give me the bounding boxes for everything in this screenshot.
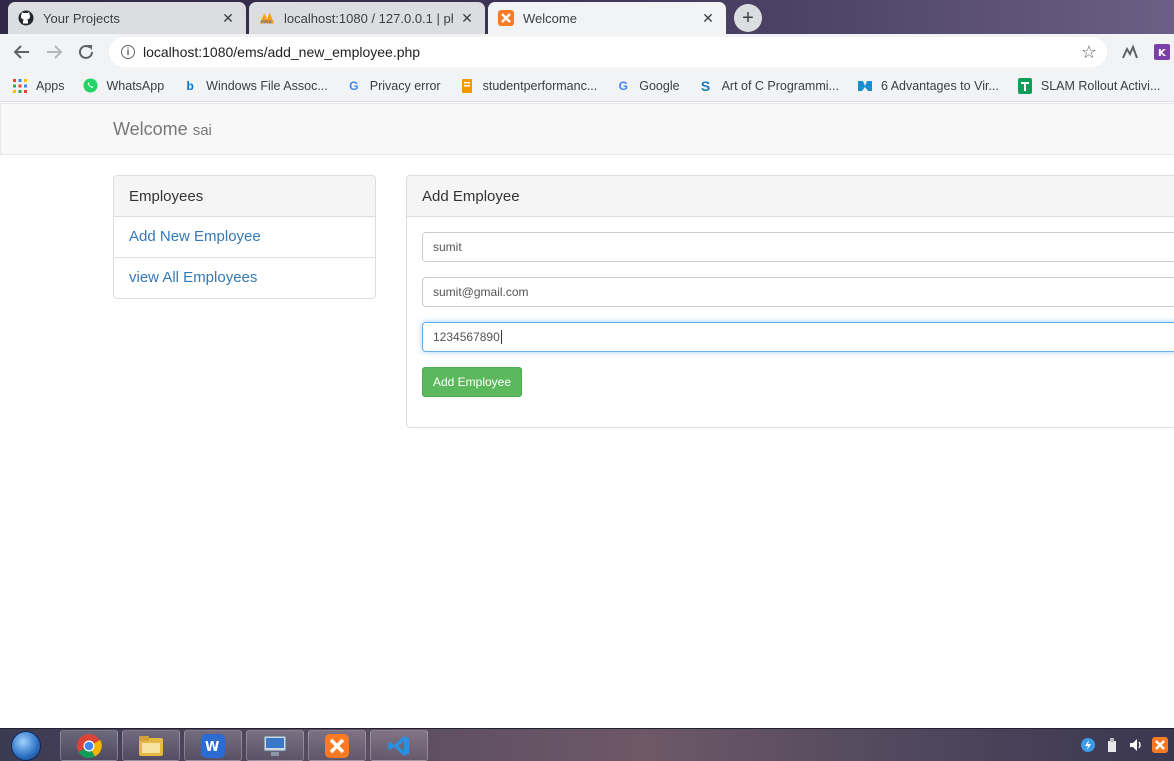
name-input-value: sumit	[433, 240, 462, 254]
arrow-left-icon	[13, 45, 29, 59]
sheets-icon	[1017, 77, 1033, 94]
network-icon[interactable]	[1080, 737, 1096, 753]
bookmark-doc-icon	[459, 78, 475, 94]
taskbar-vscode[interactable]	[370, 730, 428, 761]
bookmark-google[interactable]: G Google	[615, 78, 680, 94]
email-input[interactable]: sumit@gmail.com	[422, 277, 1174, 307]
bookmark-label: Art of C Programmi...	[721, 78, 839, 93]
volume-icon[interactable]	[1128, 737, 1144, 753]
bookmark-label: SLAM Rollout Activi...	[1040, 78, 1161, 93]
bookmark-whatsapp[interactable]: WhatsApp	[83, 78, 165, 94]
add-employee-panel: Add Employee sumit sumit@gmail.com 12345…	[406, 175, 1174, 428]
site-icon	[857, 78, 873, 94]
tab-your-projects[interactable]: Your Projects ✕	[8, 2, 246, 34]
scribd-icon: S	[700, 77, 711, 94]
apps-grid-icon	[12, 78, 28, 94]
xampp-icon	[498, 10, 514, 26]
sidebar-heading: Employees	[114, 176, 375, 217]
bookmark-label: studentperformanc...	[482, 78, 598, 93]
bookmark-label: 6 Advantages to Vir...	[880, 78, 999, 93]
bookmark-label: Apps	[36, 78, 65, 93]
svg-text:K: K	[1158, 48, 1167, 59]
bookmark-art-of-c[interactable]: S Art of C Programmi...	[698, 78, 839, 94]
star-icon[interactable]: ☆	[1081, 42, 1097, 63]
brand-welcome: Welcome	[113, 119, 188, 139]
page-viewport: Welcome sai Employees Add New Employee v…	[0, 103, 1174, 728]
bookmark-slam-rollout[interactable]: SLAM Rollout Activi...	[1017, 77, 1161, 94]
back-button[interactable]	[10, 40, 34, 64]
arrow-right-icon	[47, 45, 63, 59]
sidebar-item-view-all-employees[interactable]: view All Employees	[114, 258, 375, 299]
xampp-tray-icon[interactable]	[1152, 737, 1168, 753]
extension-profile-icon[interactable]: K	[1154, 44, 1170, 60]
xampp-icon	[325, 733, 349, 758]
bookmark-apps[interactable]: Apps	[12, 78, 65, 94]
tab-welcome[interactable]: Welcome ✕	[488, 2, 726, 34]
phone-input-value: 1234567890	[433, 330, 500, 344]
vscode-icon	[388, 735, 409, 756]
windows-logo-icon	[11, 730, 41, 761]
user-name: sai	[192, 122, 212, 139]
taskbar-remote-desktop[interactable]	[246, 730, 304, 761]
email-input-value: sumit@gmail.com	[433, 285, 529, 299]
navbar-brand[interactable]: Welcome sai	[113, 119, 212, 140]
address-bar[interactable]: i localhost:1080/ems/add_new_employee.ph…	[109, 37, 1107, 67]
file-explorer-icon	[139, 735, 163, 756]
bookmark-label: Windows File Assoc...	[206, 78, 328, 93]
bookmark-label: Google	[639, 78, 680, 93]
reload-icon	[79, 44, 93, 59]
bookmarks-bar: Apps WhatsApp b Windows File Assoc... G …	[0, 70, 1174, 102]
chrome-icon	[77, 733, 102, 758]
svg-text:PMA: PMA	[261, 19, 273, 25]
svg-text:W: W	[205, 740, 219, 755]
taskbar-chrome[interactable]	[60, 730, 118, 761]
bing-icon: b	[186, 78, 194, 93]
extension-icon[interactable]	[1122, 44, 1138, 60]
add-employee-button[interactable]: Add Employee	[422, 367, 522, 397]
taskbar-xampp[interactable]	[308, 730, 366, 761]
close-icon[interactable]: ✕	[220, 10, 236, 26]
tab-title: Welcome	[523, 10, 577, 26]
browser-toolbar: i localhost:1080/ems/add_new_employee.ph…	[0, 34, 1174, 70]
github-icon	[18, 10, 34, 26]
start-button[interactable]	[6, 730, 46, 761]
text-caret	[500, 330, 502, 344]
sidebar-panel: Employees Add New Employee view All Empl…	[113, 175, 376, 299]
whatsapp-icon	[83, 78, 99, 94]
usb-icon[interactable]	[1104, 737, 1120, 753]
tab-title: Your Projects	[43, 10, 120, 26]
tab-title: localhost:1080 / 127.0.0.1 | phpM	[284, 10, 453, 26]
plus-icon: +	[742, 6, 754, 29]
google-icon: G	[618, 78, 628, 93]
bookmark-label: WhatsApp	[106, 78, 165, 93]
close-icon[interactable]: ✕	[700, 10, 716, 26]
phone-input[interactable]: 1234567890	[422, 322, 1174, 352]
google-icon: G	[349, 78, 359, 93]
phpmyadmin-icon: PMA	[259, 10, 275, 26]
form-heading: Add Employee	[407, 176, 1174, 217]
bookmark-6-advantages[interactable]: 6 Advantages to Vir...	[857, 78, 999, 94]
remote-desktop-icon	[263, 735, 287, 756]
forward-button[interactable]	[42, 40, 66, 64]
new-tab-button[interactable]: +	[734, 4, 762, 32]
name-input[interactable]: sumit	[422, 232, 1174, 262]
app-navbar: Welcome sai	[0, 103, 1174, 155]
sidebar-item-add-new-employee[interactable]: Add New Employee	[114, 217, 375, 258]
url-text: localhost:1080/ems/add_new_employee.php	[143, 44, 421, 60]
bookmark-studentperformance[interactable]: studentperformanc...	[459, 78, 598, 94]
taskbar-file-explorer[interactable]	[122, 730, 180, 761]
taskbar-wps[interactable]: W	[184, 730, 242, 761]
bookmark-label: Privacy error	[369, 78, 441, 93]
wps-icon: W	[201, 733, 225, 758]
browser-tab-strip: Your Projects ✕ PMA localhost:1080 / 127…	[0, 0, 1174, 34]
bookmark-windows-file-assoc[interactable]: b Windows File Assoc...	[182, 78, 328, 94]
reload-button[interactable]	[74, 40, 98, 64]
windows-taskbar: W	[0, 728, 1174, 761]
info-icon[interactable]: i	[121, 45, 135, 59]
tab-phpmyadmin[interactable]: PMA localhost:1080 / 127.0.0.1 | phpM ✕	[249, 2, 485, 34]
close-icon[interactable]: ✕	[459, 10, 475, 26]
bookmark-privacy-error[interactable]: G Privacy error	[346, 78, 441, 94]
